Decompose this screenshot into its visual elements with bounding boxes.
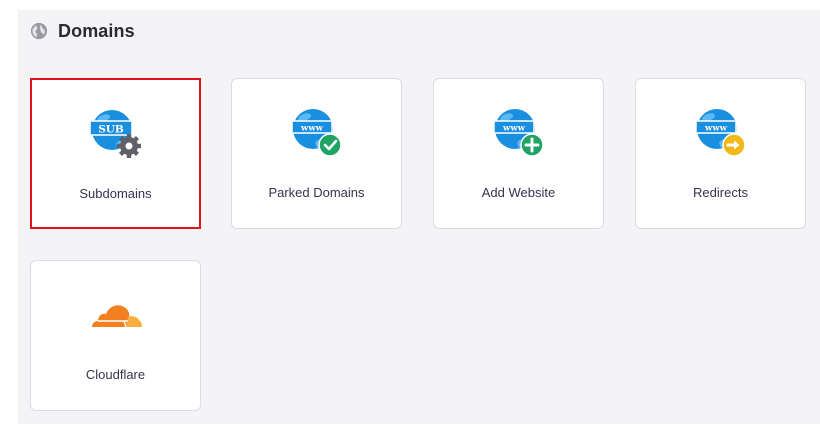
globe-text: www bbox=[704, 124, 728, 134]
card-label: Redirects bbox=[693, 185, 748, 200]
domains-panel: Domains SUB Subdomains www Parked Domain… bbox=[18, 10, 820, 424]
subdomains-card[interactable]: SUB Subdomains bbox=[30, 78, 201, 229]
globe-text: www bbox=[300, 124, 324, 134]
redirects-card[interactable]: www Redirects bbox=[635, 78, 806, 229]
cloudflare-card[interactable]: Cloudflare bbox=[30, 260, 201, 411]
subdomain-globe-gear-icon: SUB bbox=[88, 110, 141, 158]
www-globe-plus-icon: www bbox=[492, 109, 544, 157]
card-label: Cloudflare bbox=[85, 367, 146, 382]
section-header: Domains bbox=[30, 20, 135, 42]
card-label: Subdomains bbox=[79, 186, 152, 201]
card-label: Parked Domains bbox=[268, 185, 365, 200]
www-globe-arrow-icon: www bbox=[694, 109, 746, 157]
globe-icon bbox=[30, 22, 48, 40]
parked-domains-card[interactable]: www Parked Domains bbox=[231, 78, 402, 229]
add-website-card[interactable]: www Add Website bbox=[433, 78, 604, 229]
section-title: Domains bbox=[58, 20, 135, 41]
cloudflare-cloud-icon bbox=[91, 305, 142, 328]
globe-text: SUB bbox=[98, 124, 124, 136]
globe-text: www bbox=[502, 124, 526, 134]
card-label: Add Website bbox=[481, 185, 556, 200]
www-globe-check-icon: www bbox=[290, 109, 342, 157]
